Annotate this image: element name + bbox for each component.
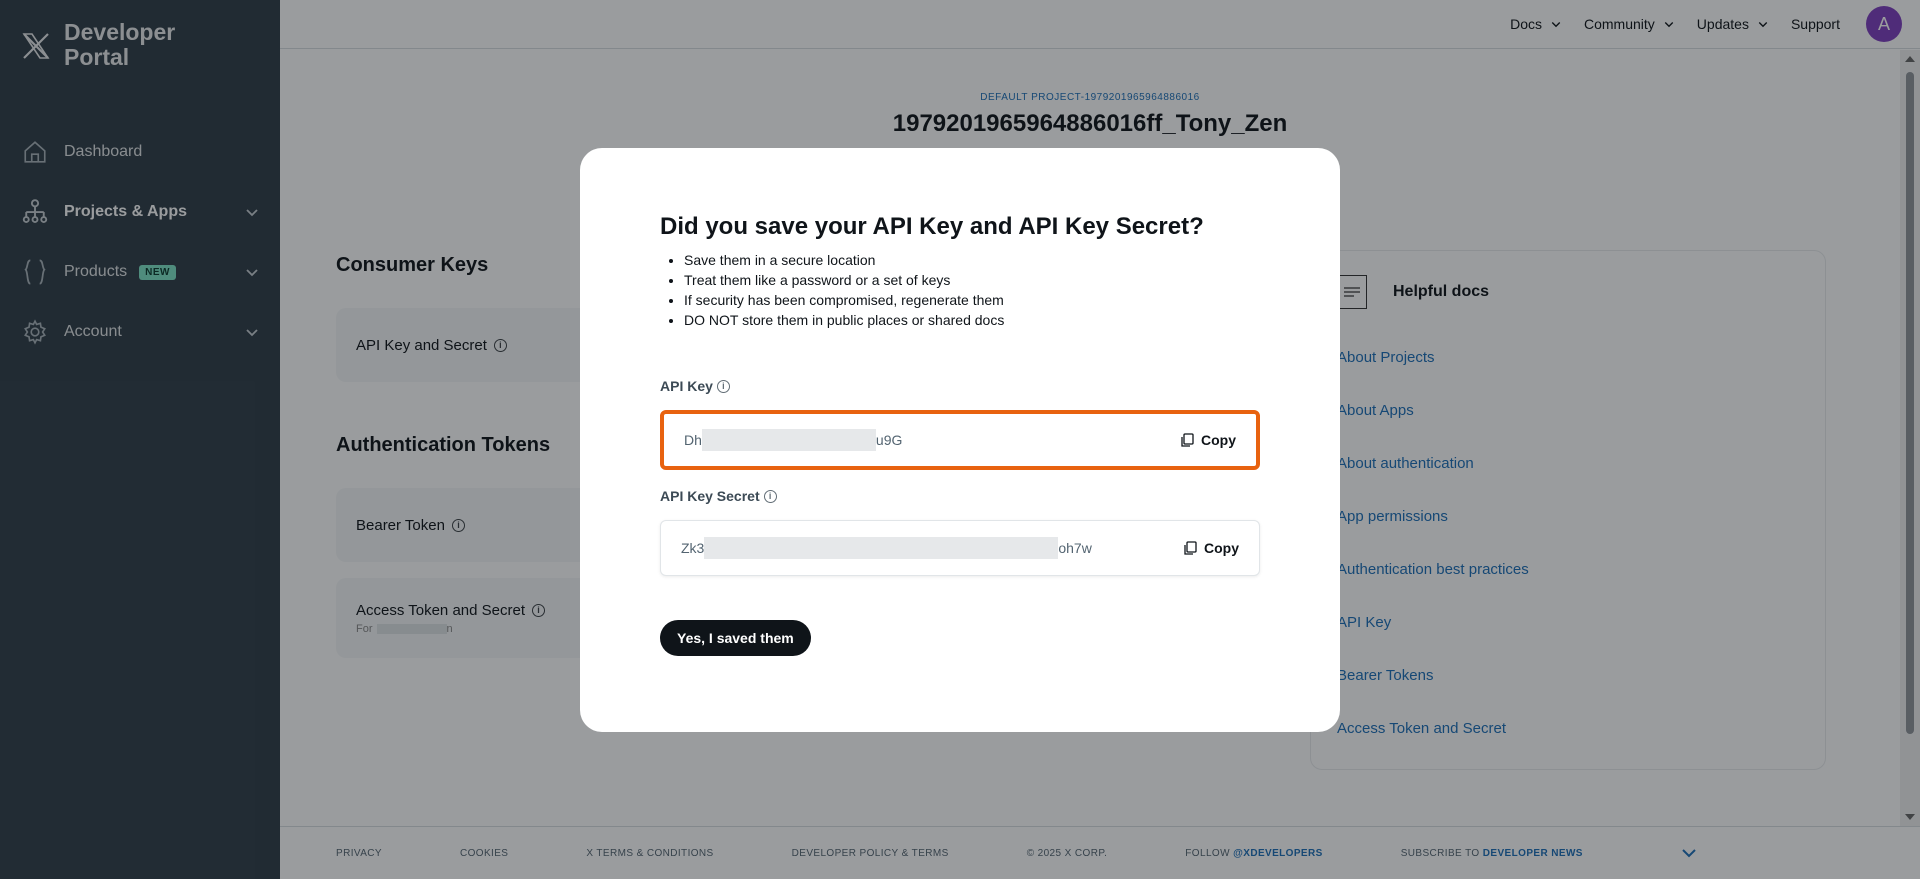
api-key-label: API Key i [660, 378, 1260, 394]
copy-label: Copy [1204, 540, 1239, 556]
copy-api-secret-button[interactable]: Copy [1183, 540, 1239, 556]
info-icon[interactable]: i [716, 379, 730, 393]
api-secret-label-text: API Key Secret [660, 488, 760, 504]
api-key-prefix: Dh [684, 432, 702, 448]
copy-label: Copy [1201, 432, 1236, 448]
api-secret-suffix: oh7w [1058, 540, 1092, 556]
save-keys-dialog: Did you save your API Key and API Key Se… [580, 148, 1340, 732]
api-secret-prefix: Zk3 [681, 540, 705, 556]
dialog-title: Did you save your API Key and API Key Se… [660, 213, 1204, 240]
api-key-secret-field[interactable]: Zk3 oh7w Copy [660, 520, 1260, 576]
copy-api-key-button[interactable]: Copy [1180, 432, 1236, 448]
confirm-saved-button[interactable]: Yes, I saved them [660, 620, 811, 656]
bullet-item: If security has been compromised, regene… [684, 290, 1260, 310]
redacted-secret [704, 537, 1059, 559]
copy-icon [1181, 432, 1194, 447]
info-icon[interactable]: i [763, 489, 777, 503]
dialog-bullet-list: Save them in a secure location Treat the… [660, 250, 1260, 330]
api-key-suffix: u9G [875, 432, 903, 448]
api-key-field[interactable]: Dh u9G Copy [660, 410, 1260, 470]
redacted-key [701, 429, 876, 451]
bullet-item: Save them in a secure location [684, 250, 1260, 270]
api-key-label-text: API Key [660, 378, 713, 394]
copy-icon [1184, 540, 1197, 555]
bullet-item: Treat them like a password or a set of k… [684, 270, 1260, 290]
api-key-secret-label: API Key Secret i [660, 488, 1260, 504]
bullet-item: DO NOT store them in public places or sh… [684, 310, 1260, 330]
